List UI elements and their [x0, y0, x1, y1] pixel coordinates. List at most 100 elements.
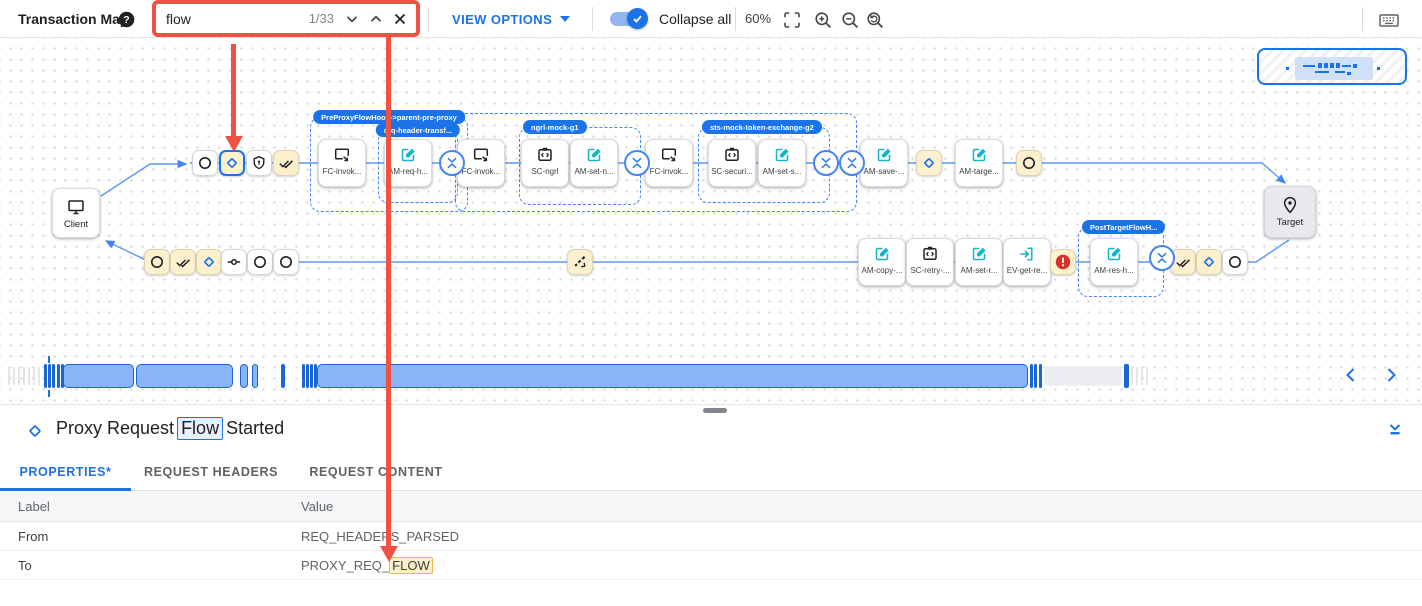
unfold-less-button[interactable] — [813, 150, 839, 176]
timeline-segment[interactable] — [63, 364, 134, 388]
unfold-less-button[interactable] — [1149, 245, 1175, 271]
timeline-tick — [23, 367, 25, 385]
timeline-segment[interactable] — [306, 364, 309, 388]
unfold-less-button[interactable] — [839, 150, 865, 176]
timeline-tick — [33, 367, 35, 385]
step-chip[interactable] — [1050, 249, 1076, 275]
step-chip[interactable] — [1222, 249, 1248, 275]
step-chip[interactable] — [247, 249, 273, 275]
timeline-segment[interactable] — [57, 364, 60, 388]
policy-node-label: SC-securi... — [711, 167, 753, 176]
timeline-segment[interactable] — [1034, 364, 1037, 388]
search-input[interactable] — [166, 11, 309, 27]
policy-node[interactable]: FC-invok... — [645, 139, 693, 187]
group-label-pill[interactable]: sts-mock-token-exchange-g2 — [702, 120, 822, 134]
timeline-segment[interactable] — [48, 364, 51, 388]
policy-node[interactable]: SC-retry-... — [906, 238, 954, 286]
policy-node[interactable]: AM-set-n... — [570, 139, 618, 187]
policy-node[interactable]: SC-securi... — [708, 139, 756, 187]
step-chip[interactable] — [273, 249, 299, 275]
step-chip[interactable] — [567, 249, 593, 275]
group-label-pill[interactable]: PreProxyFlowHook->parent-pre-proxy — [313, 110, 465, 124]
target-node[interactable]: Target — [1264, 186, 1316, 238]
timeline-segment[interactable] — [310, 364, 313, 388]
step-chip[interactable] — [221, 249, 247, 275]
timeline-segment[interactable] — [136, 364, 233, 388]
divider — [428, 7, 429, 31]
location-pin-icon — [1280, 195, 1300, 215]
step-chip[interactable] — [144, 249, 170, 275]
step-chip[interactable] — [170, 249, 196, 275]
policy-node[interactable]: AM-targe... — [955, 139, 1003, 187]
policy-node[interactable]: AM-set-s... — [758, 139, 806, 187]
timeline-segment[interactable] — [281, 364, 285, 388]
timeline-segment[interactable] — [52, 364, 55, 388]
minimap[interactable] — [1257, 48, 1407, 85]
panel-collapse-icon[interactable] — [1384, 418, 1406, 440]
transaction-map-canvas[interactable]: PreProxyFlowHook->parent-pre-proxyreq-he… — [0, 38, 1422, 404]
timeline-segment[interactable] — [302, 364, 305, 388]
policy-node[interactable]: AM-copy-... — [858, 238, 906, 286]
policy-node-label: AM-req-h... — [388, 167, 428, 176]
group-label-pill[interactable]: req-header-transf... — [376, 123, 460, 137]
timeline-segment[interactable] — [44, 364, 47, 388]
step-chip[interactable] — [192, 150, 218, 176]
timeline-segment[interactable] — [317, 364, 1028, 388]
collapse-all-toggle[interactable] — [610, 11, 648, 27]
group-label-pill[interactable]: ngrl-mock-g1 — [523, 120, 587, 134]
unfold-less-button[interactable] — [439, 150, 465, 176]
step-chip[interactable] — [273, 150, 299, 176]
timeline-next-icon[interactable] — [1378, 362, 1404, 388]
keyboard-shortcuts-icon[interactable] — [1378, 9, 1400, 31]
zoom-out-icon[interactable] — [839, 9, 861, 31]
timeline-segment[interactable] — [1039, 364, 1042, 388]
search-result-counter: 1/33 — [309, 11, 334, 26]
policy-node[interactable]: FC-invok... — [318, 139, 366, 187]
help-icon[interactable]: ? — [118, 11, 135, 28]
step-chip[interactable] — [196, 249, 222, 275]
tab-properties[interactable]: PROPERTIES* — [0, 453, 131, 491]
search-previous-icon[interactable] — [364, 7, 388, 31]
step-chip[interactable] — [916, 150, 942, 176]
policy-node[interactable]: AM-res-h... — [1090, 238, 1138, 286]
timeline-prev-icon[interactable] — [1338, 362, 1364, 388]
tab-request-content[interactable]: REQUEST CONTENT — [291, 453, 461, 491]
circle-icon — [1227, 254, 1243, 270]
timeline-segment[interactable] — [240, 364, 248, 388]
zoom-in-icon[interactable] — [812, 9, 834, 31]
timeline-segment[interactable] — [252, 364, 258, 388]
toggle-check-icon — [627, 8, 648, 29]
policy-node-label: FC-invok... — [462, 167, 501, 176]
policy-node[interactable]: AM-save-... — [860, 139, 908, 187]
group-label-pill[interactable]: PostTargetFlowH... — [1082, 220, 1165, 234]
zoom-reset-icon[interactable] — [864, 9, 886, 31]
search-close-icon[interactable] — [388, 7, 412, 31]
fit-to-screen-icon[interactable] — [781, 9, 803, 31]
trace-timeline[interactable] — [0, 356, 1422, 404]
monitor-icon — [66, 197, 86, 217]
timeline-cursor — [48, 356, 50, 363]
view-options-button[interactable]: VIEW OPTIONS — [452, 0, 570, 38]
search-next-icon[interactable] — [340, 7, 364, 31]
policy-node[interactable]: SC-ngrl — [521, 139, 569, 187]
policy-node[interactable]: AM-set-r... — [955, 238, 1003, 286]
page-title: Transaction Map — [18, 0, 128, 38]
timeline-segment[interactable] — [1044, 366, 1122, 386]
circle-icon — [197, 155, 213, 171]
step-chip[interactable] — [1016, 150, 1042, 176]
timeline-segment[interactable] — [1124, 364, 1129, 388]
minimap-viewport[interactable] — [1295, 57, 1373, 80]
policy-node[interactable]: EV-get-re... — [1003, 238, 1051, 286]
flow-diamond-icon — [26, 422, 44, 440]
assign-message-icon — [873, 245, 891, 264]
timeline-segment[interactable] — [1030, 364, 1033, 388]
policy-node[interactable]: AM-req-h... — [384, 139, 432, 187]
client-node[interactable]: Client — [52, 188, 100, 238]
unfold-less-button[interactable] — [624, 150, 650, 176]
policy-node-label: EV-get-re... — [1007, 266, 1047, 275]
step-chip[interactable] — [219, 150, 245, 176]
step-chip[interactable] — [1196, 249, 1222, 275]
policy-node-label: FC-invok... — [323, 167, 362, 176]
tab-request-headers[interactable]: REQUEST HEADERS — [131, 453, 291, 491]
step-chip[interactable] — [246, 150, 272, 176]
